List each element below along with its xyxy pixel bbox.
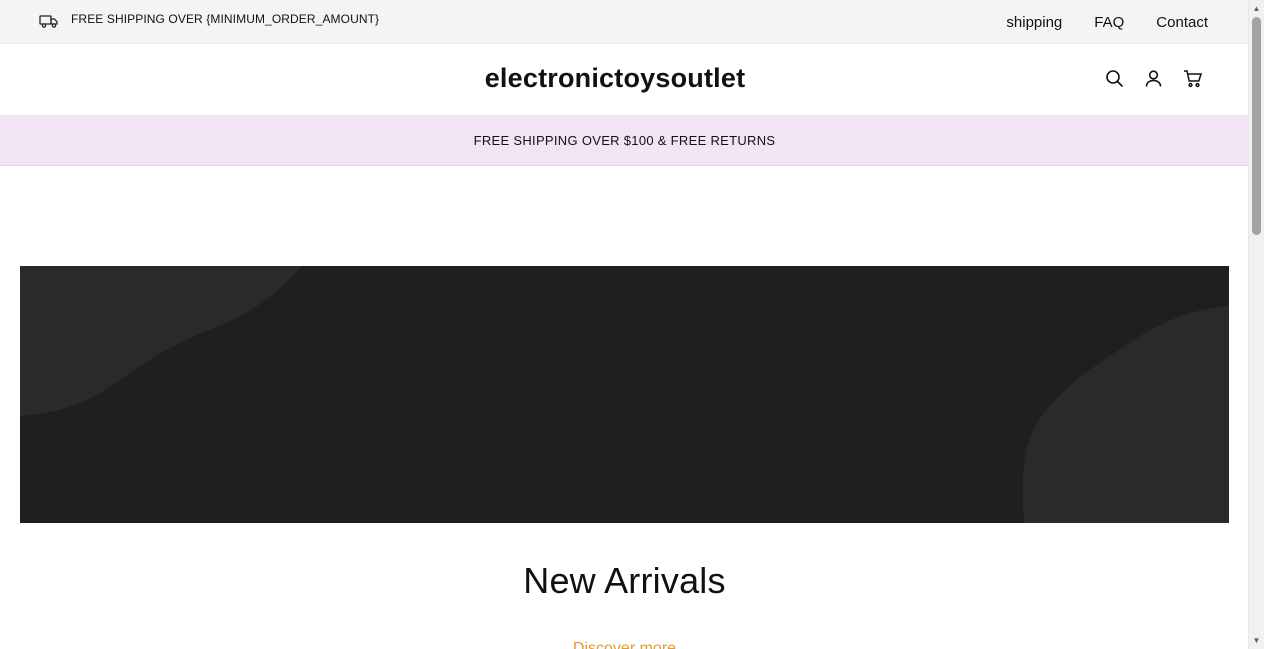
page-content: FREE SHIPPING OVER {MINIMUM_ORDER_AMOUNT… [0, 0, 1249, 649]
hero-banner[interactable] [20, 266, 1229, 523]
scrollbar-thumb[interactable] [1252, 17, 1261, 235]
top-utility-bar: FREE SHIPPING OVER {MINIMUM_ORDER_AMOUNT… [0, 0, 1249, 44]
truck-icon [39, 13, 59, 29]
account-icon[interactable] [1143, 68, 1164, 89]
promo-bar: FREE SHIPPING OVER $100 & FREE RETURNS [0, 116, 1249, 166]
site-logo[interactable]: electronictoysoutlet [0, 63, 1230, 94]
hero-blob-top-left [20, 266, 302, 416]
shipping-notice: FREE SHIPPING OVER {MINIMUM_ORDER_AMOUNT… [71, 12, 380, 26]
hero-decorative-shapes [20, 266, 1229, 523]
hero-blob-bottom-right [1022, 306, 1229, 523]
top-nav-faq-link[interactable]: FAQ [1094, 14, 1124, 31]
scroll-down-arrow-icon[interactable]: ▼ [1252, 636, 1261, 645]
discover-more-link[interactable]: Discover more [0, 640, 1249, 649]
promo-text: FREE SHIPPING OVER $100 & FREE RETURNS [473, 133, 776, 148]
site-header: electronictoysoutlet [0, 44, 1249, 116]
search-icon[interactable] [1104, 68, 1125, 89]
section-title: New Arrivals [523, 560, 726, 601]
scroll-up-arrow-icon[interactable]: ▲ [1252, 4, 1261, 13]
top-nav-shipping-link[interactable]: shipping [1006, 14, 1062, 31]
header-icons [1104, 68, 1203, 89]
page: FREE SHIPPING OVER {MINIMUM_ORDER_AMOUNT… [0, 0, 1264, 649]
cart-icon[interactable] [1182, 68, 1203, 89]
top-nav-contact-link[interactable]: Contact [1156, 14, 1208, 31]
page-scrollbar[interactable]: ▲ ▼ [1248, 0, 1264, 649]
top-nav: shipping FAQ Contact [1006, 14, 1208, 31]
